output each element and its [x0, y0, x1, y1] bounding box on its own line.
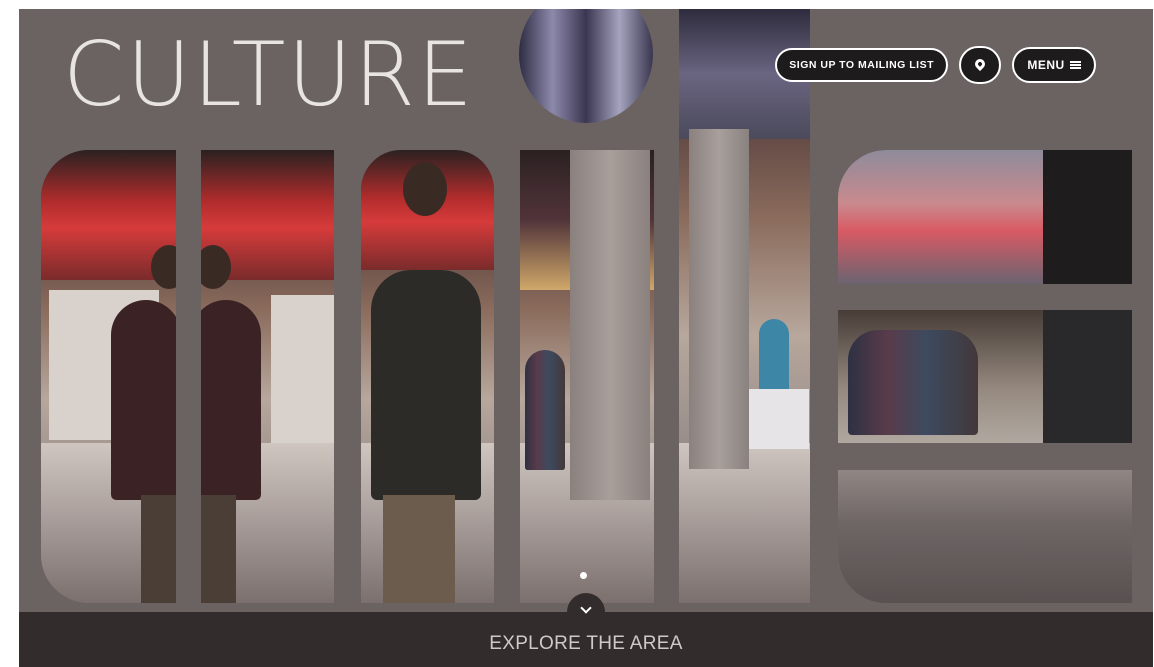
photo-panel-6 [838, 150, 1132, 284]
photo-panel-4 [520, 150, 654, 603]
mailing-list-label: SIGN UP TO MAILING LIST [789, 59, 934, 71]
explore-label: EXPLORE THE AREA [489, 632, 683, 654]
photo-panel-7 [838, 310, 1132, 443]
location-button[interactable] [959, 46, 1001, 84]
hero-section: CULTURE SIGN UP TO MAILING LIST MENU EXP… [19, 9, 1153, 667]
menu-button[interactable]: MENU [1012, 47, 1096, 83]
photo-panel-2 [201, 150, 334, 603]
slider-dot[interactable] [580, 572, 587, 579]
menu-label: MENU [1027, 58, 1065, 72]
scroll-down-button[interactable] [567, 593, 605, 631]
top-navigation: SIGN UP TO MAILING LIST MENU [775, 46, 1096, 84]
chevron-down-icon [580, 602, 592, 614]
photo-panel-3 [361, 150, 494, 603]
photo-panel-1 [41, 150, 176, 603]
hamburger-icon [1069, 61, 1081, 69]
mailing-list-button[interactable]: SIGN UP TO MAILING LIST [775, 48, 948, 82]
map-pin-icon [972, 56, 988, 71]
photo-panel-circle [519, 9, 653, 123]
photo-panel-5 [679, 9, 810, 603]
photo-panel-8 [838, 470, 1132, 603]
page-title: CULTURE [63, 23, 475, 126]
